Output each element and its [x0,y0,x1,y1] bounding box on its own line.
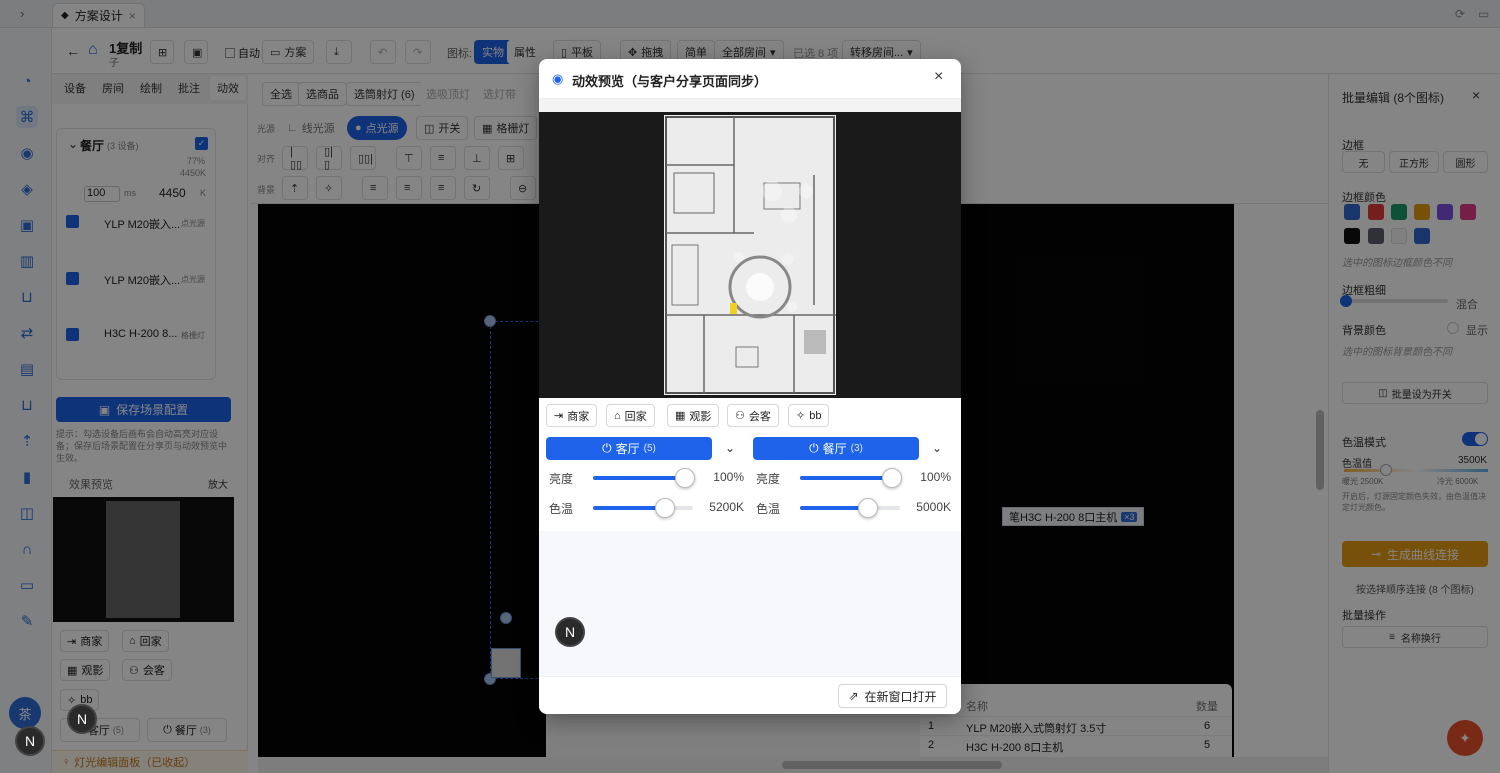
room-power-button-dining[interactable]: ⏻ 餐厅 (3) [753,437,919,460]
open-new-window-label: 在新窗口打开 [864,689,937,704]
modal-empty-area [539,531,961,676]
brightness-value: 100% [713,470,744,484]
animation-preview-modal: ◉ 动效预览（与客户分享页面同步） × ⇥ 商家 ⌂ 回家 ▦ 观影 ⚇ 会客 … [539,59,961,714]
scene-label: bb [809,409,822,422]
slider-fill [800,476,892,480]
temperature-slider[interactable] [593,498,693,518]
power-icon: ⏻ [602,441,612,455]
n-badge[interactable]: N [555,617,585,647]
scene-button-merchant[interactable]: ⇥ 商家 [546,404,598,427]
room-count: (5) [643,443,656,454]
scene-label: 观影 [689,410,712,423]
scene-label: 会客 [748,410,771,423]
modal-title: 动效预览（与客户分享页面同步） [572,74,768,89]
sparkle-icon: ✧ [796,410,806,422]
brightness-slider[interactable] [800,468,902,488]
chevron-down-icon[interactable]: ⌄ [725,441,735,455]
chevron-down-icon[interactable]: ⌄ [932,441,942,455]
slider-knob[interactable] [882,468,902,488]
temperature-value: 5200K [709,500,744,514]
slider-fill [593,476,685,480]
slider-knob[interactable] [858,498,878,518]
external-link-icon: ⇗ [848,689,859,703]
temperature-slider[interactable] [800,498,900,518]
room-power-button-living[interactable]: ⏻ 客厅 (5) [546,437,712,460]
room-name: 餐厅 [822,442,847,456]
film-icon: ▦ [675,410,686,422]
scene-button-home[interactable]: ⌂ 回家 [606,404,655,427]
brightness-slider[interactable] [593,468,695,488]
slider-knob[interactable] [675,468,695,488]
room-count: (3) [850,443,863,454]
modal-close-icon[interactable]: × [934,68,943,86]
scene-preview [539,112,961,398]
preview-top-band [539,99,961,112]
brightness-label: 亮度 [756,472,781,486]
users-icon: ⚇ [735,410,745,422]
scene-button-movie[interactable]: ▦ 观影 [667,404,720,427]
n-badge[interactable]: N [15,726,45,756]
scene-button-bb[interactable]: ✧ bb [788,404,830,427]
home-icon: ⌂ [614,409,621,422]
slider-knob[interactable] [655,498,675,518]
n-badge[interactable]: N [67,704,97,734]
modal-footer: ⇗ 在新窗口打开 [539,676,961,714]
eye-icon: ◉ [552,71,564,86]
power-icon: ⏻ [809,441,819,455]
scene-button-guest[interactable]: ⚇ 会客 [727,404,779,427]
room-name: 客厅 [615,442,640,456]
open-new-window-button[interactable]: ⇗ 在新窗口打开 [838,684,947,708]
brightness-value: 100% [920,470,951,484]
floorplan-image [664,115,836,395]
scene-label: 回家 [624,410,647,423]
modal-header: ◉ 动效预览（与客户分享页面同步） × [539,59,961,99]
floorplan-drawing [665,116,836,394]
exit-icon: ⇥ [554,410,564,422]
temperature-label: 色温 [756,502,781,516]
brightness-label: 亮度 [549,472,574,486]
temperature-value: 5000K [916,500,951,514]
temperature-label: 色温 [549,502,574,516]
scene-label: 商家 [567,410,590,423]
